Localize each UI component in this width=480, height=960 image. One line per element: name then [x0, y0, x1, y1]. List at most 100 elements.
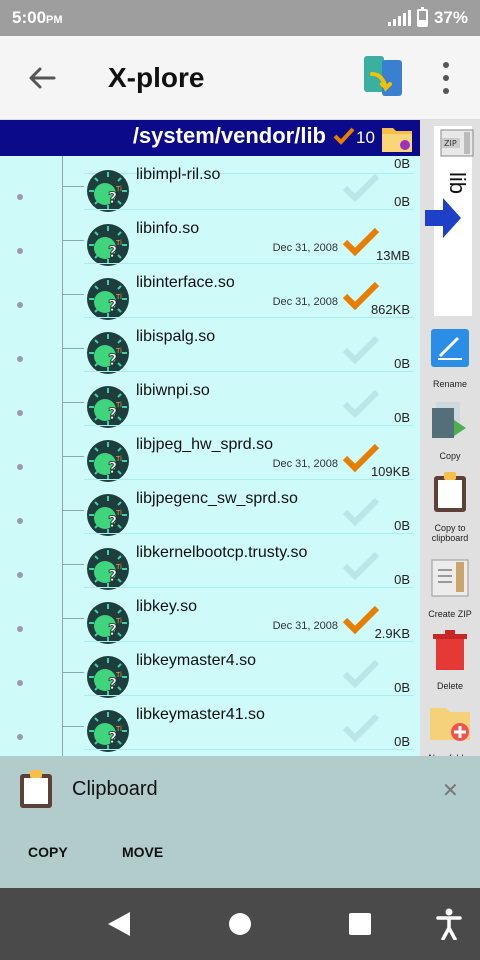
status-time: 5:00PM	[12, 8, 63, 28]
file-date: Dec 31, 2008	[272, 458, 338, 470]
accessibility-icon[interactable]	[436, 908, 462, 940]
svg-text:Ti: Ti	[115, 185, 122, 193]
tree-branch	[62, 510, 84, 511]
file-row[interactable]: ? Ti libjpeg_hw_sprd.so Dec 31, 2008 109KB	[0, 426, 420, 482]
more-options-icon[interactable]	[436, 62, 456, 94]
copy-to-clipboard-button[interactable]: Copy to clipboard	[420, 470, 480, 543]
file-size: 0B	[394, 410, 410, 425]
file-size: 0B	[394, 680, 410, 695]
status-bar: 5:00PM 37%	[0, 0, 480, 36]
copy-icon	[432, 402, 466, 438]
copy-to-clipboard-label: Copy to clipboard	[431, 523, 469, 543]
rename-label: Rename	[432, 379, 468, 389]
row-bullet	[17, 572, 23, 578]
svg-text:Ti: Ti	[115, 563, 122, 571]
file-name: libkeymaster4.so	[136, 652, 257, 669]
file-row[interactable]: ? Ti libkey.so Dec 31, 2008 2.9KB	[0, 588, 420, 644]
unchecked-icon[interactable]	[341, 712, 381, 744]
file-row[interactable]: ? Ti libkernelbootcp.trusty.so 0B	[0, 534, 420, 590]
file-date: Dec 31, 2008	[272, 296, 338, 308]
new-folder-button[interactable]: New folder	[420, 700, 480, 763]
trash-icon	[433, 630, 467, 670]
battery-percent: 37%	[433, 8, 468, 27]
tree-branch	[62, 402, 84, 403]
unchecked-icon[interactable]	[341, 658, 381, 690]
file-name: libjpeg_hw_sprd.so	[136, 436, 273, 453]
row-bullet	[17, 464, 23, 470]
file-row[interactable]: ? Ti libiwnpi.so 0B	[0, 372, 420, 428]
tree-branch	[62, 564, 84, 565]
row-bullet	[17, 194, 23, 200]
tree-branch	[62, 240, 84, 241]
zip-file-icon[interactable]: ZIP	[440, 128, 474, 158]
library-file-icon: ?Ti	[87, 494, 129, 536]
svg-text:Ti: Ti	[115, 401, 122, 409]
library-file-icon: ?Ti	[87, 386, 129, 428]
unchecked-icon[interactable]	[341, 496, 381, 528]
clipboard-move-button[interactable]: MOVE	[122, 844, 163, 860]
svg-text:Ti: Ti	[115, 239, 122, 247]
unchecked-icon[interactable]	[341, 388, 381, 420]
nav-back-icon[interactable]	[106, 910, 132, 938]
tree-branch	[62, 618, 84, 619]
battery-icon	[416, 7, 428, 27]
row-bullet	[17, 248, 23, 254]
library-file-icon: ?Ti	[87, 278, 129, 320]
back-arrow-icon[interactable]	[24, 60, 60, 96]
library-file-icon: ?Ti	[87, 710, 129, 752]
row-bullet	[17, 734, 23, 740]
nav-recents-icon[interactable]	[349, 913, 371, 935]
tree-branch	[62, 348, 84, 349]
delete-button[interactable]: Delete	[420, 628, 480, 691]
svg-text:Ti: Ti	[115, 509, 122, 517]
row-bullet	[17, 518, 23, 524]
checked-icon[interactable]	[341, 226, 381, 258]
clipboard-copy-button[interactable]: COPY	[28, 844, 68, 860]
file-name: libiwnpi.so	[136, 382, 210, 399]
clipboard-panel-icon	[20, 770, 52, 808]
close-icon[interactable]: ✕	[442, 778, 459, 803]
app-title: X-plore	[108, 62, 205, 93]
file-row[interactable]: ? Ti libimpl-ril.so 0B	[0, 156, 420, 212]
file-row[interactable]: ? Ti libjpegenc_sw_sprd.so 0B	[0, 480, 420, 536]
delete-label: Delete	[436, 681, 463, 691]
rename-button[interactable]: Rename	[420, 326, 480, 389]
file-name: libinterface.so	[136, 274, 235, 291]
copy-button[interactable]: Copy	[420, 398, 480, 461]
row-bullet	[17, 302, 23, 308]
svg-text:Ti: Ti	[115, 347, 122, 355]
create-zip-label: Create ZIP	[428, 609, 472, 619]
row-bullet	[17, 410, 23, 416]
unchecked-icon[interactable]	[341, 334, 381, 366]
unchecked-icon[interactable]	[341, 550, 381, 582]
path-bar: /system/vendor/lib 10	[0, 120, 420, 156]
nav-home-icon[interactable]	[229, 913, 251, 935]
svg-text:Ti: Ti	[115, 293, 122, 301]
library-file-icon: ?Ti	[87, 602, 129, 644]
arrow-right-icon[interactable]	[423, 196, 463, 240]
current-path: /system/vendor/lib	[132, 123, 326, 148]
file-row[interactable]: ? Ti libinterface.so Dec 31, 2008 862KB	[0, 264, 420, 320]
file-name: libkey.so	[136, 598, 198, 615]
zip-icon	[431, 559, 469, 597]
folder-icon[interactable]	[380, 122, 414, 154]
clipboard-icon	[434, 472, 466, 512]
tree-branch	[62, 456, 84, 457]
navigation-bar	[0, 888, 480, 960]
file-row[interactable]: ? Ti libkeymaster4.so 0B	[0, 642, 420, 698]
library-file-icon: ?Ti	[87, 224, 129, 266]
file-size: 0B	[394, 518, 410, 533]
create-zip-button[interactable]: Create ZIP	[420, 556, 480, 619]
side-tab-label: lib	[445, 172, 470, 195]
file-row[interactable]: ? Ti libinfo.so Dec 31, 2008 13MB	[0, 210, 420, 266]
file-row[interactable]: ? Ti libkeymaster41.so 0B	[0, 696, 420, 752]
file-size: 0B	[394, 194, 410, 209]
app-logo-icon[interactable]	[362, 54, 406, 102]
unchecked-icon[interactable]	[341, 172, 381, 204]
row-bullet	[17, 626, 23, 632]
copy-label: Copy	[439, 451, 461, 461]
file-row[interactable]: ? Ti libispalg.so 0B	[0, 318, 420, 374]
file-size: 109KB	[370, 464, 410, 479]
rename-icon	[431, 329, 469, 367]
tree-branch	[62, 672, 84, 673]
